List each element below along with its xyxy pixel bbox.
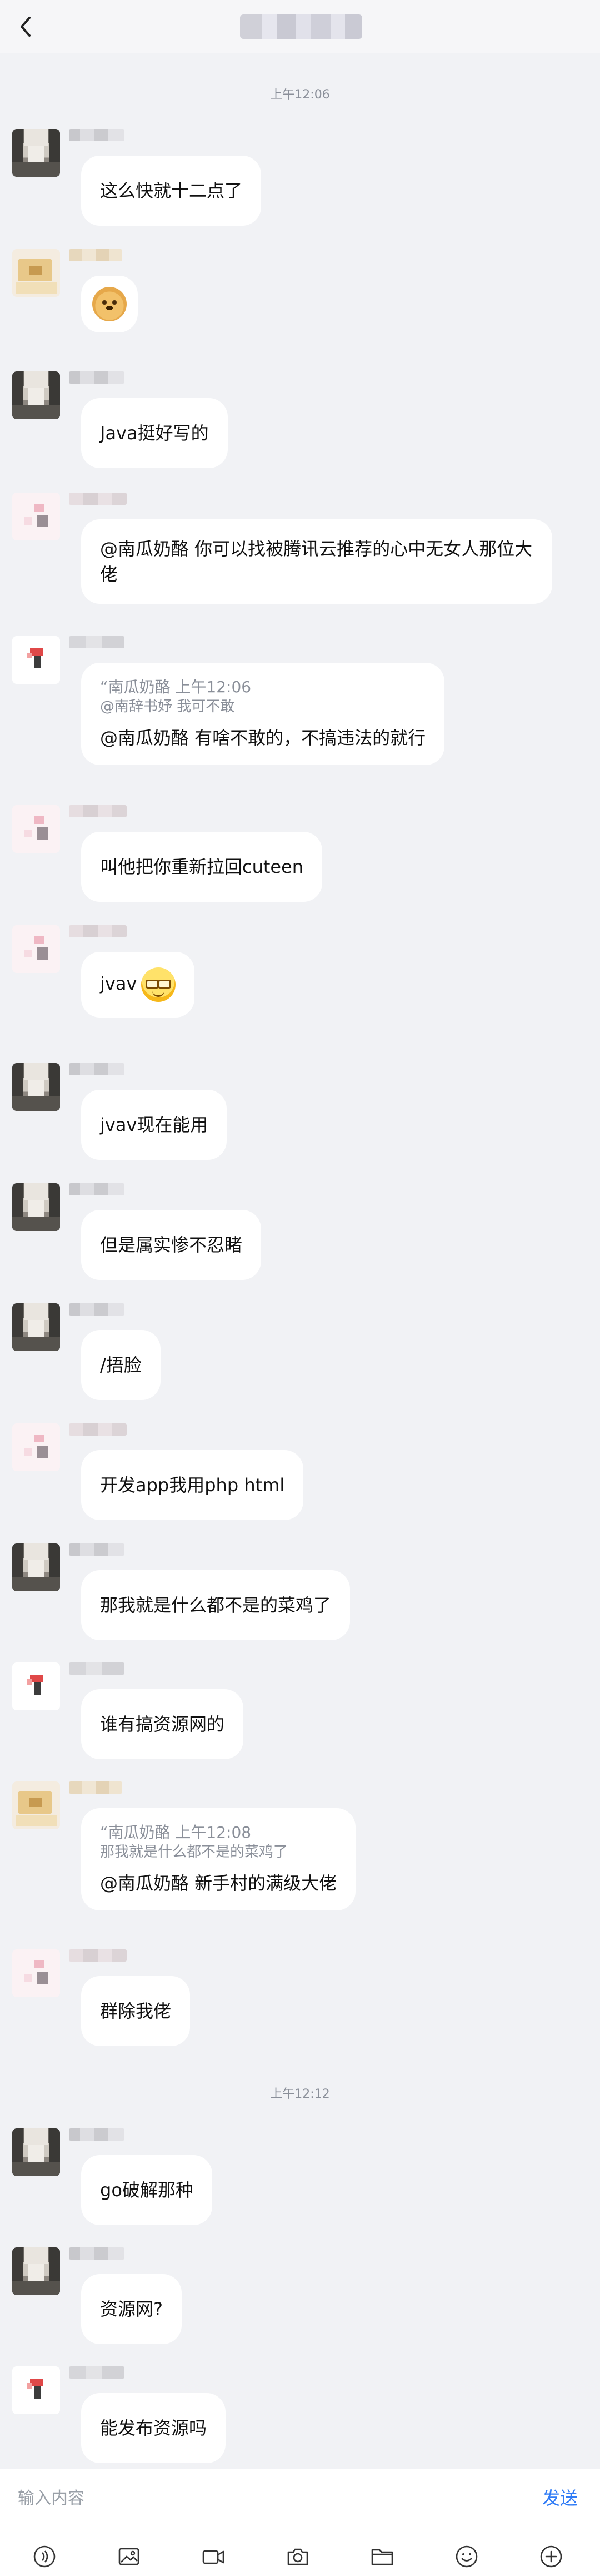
avatar[interactable] [12,493,60,540]
message-bubble[interactable]: 资源网? [81,2274,182,2344]
sender-name [69,1303,124,1316]
send-button[interactable]: 发送 [542,2484,578,2510]
sender-name [69,1543,124,1556]
doge-emoji-icon [92,287,127,321]
message-text: @南瓜奶酪 你可以找被腾讯云推荐的心中无女人那位大佬 [100,538,533,585]
message-text: 这么快就十二点了 [100,180,243,201]
message-bubble[interactable]: /捂脸 [81,1330,161,1400]
sender-name [69,1662,124,1675]
message-bubble[interactable] [81,276,138,332]
avatar[interactable] [12,925,60,973]
voice-icon[interactable] [31,2543,58,2570]
sender-name [69,371,124,384]
sender-name [69,1423,127,1436]
sender-name [69,1949,127,1962]
quote-text: 那我就是什么都不是的菜鸡了 [100,1844,288,1860]
message-text: 资源网? [100,2299,163,2320]
chat-title [240,14,362,39]
avatar[interactable] [12,129,60,177]
avatar[interactable] [12,1183,60,1231]
message-bubble[interactable]: Java挺好写的 [81,398,228,468]
message-text: jvav现在能用 [100,1114,208,1135]
avatar[interactable] [12,1423,60,1471]
message-bubble[interactable]: 谁有搞资源网的 [81,1689,244,1759]
video-icon[interactable] [200,2543,227,2570]
message-bubble[interactable]: 这么快就十二点了 [81,156,262,226]
plus-icon[interactable] [538,2543,564,2570]
sender-name [69,925,127,937]
avatar[interactable] [12,1063,60,1111]
avatar[interactable] [12,1949,60,1997]
message-text: 群除我佬 [100,2001,172,2022]
quote-text: @南辞书妤 我可不敢 [100,698,235,715]
quote-source: “南瓜奶酪 上午12:06 [100,678,252,696]
sender-name [69,2128,124,2141]
glasses-smile-emoji-icon [141,967,176,1002]
image-icon[interactable] [116,2543,142,2570]
message-composer: 发送 [0,2469,600,2576]
avatar[interactable] [12,1781,60,1829]
message-bubble[interactable]: @南瓜奶酪 你可以找被腾讯云推荐的心中无女人那位大佬 [81,519,552,604]
camera-icon[interactable] [284,2543,311,2570]
message-text: @南瓜奶酪 新手村的满级大佬 [100,1873,337,1894]
message-text: 能发布资源吗 [100,2418,207,2439]
message-bubble[interactable]: jvav现在能用 [81,1090,227,1160]
avatar[interactable] [12,371,60,419]
chevron-left-icon[interactable] [12,13,39,40]
sender-name [69,1781,122,1794]
message-text: @南瓜奶酪 有啥不敢的，不搞违法的就行 [100,727,426,748]
message-text: 但是属实惨不忍睹 [100,1234,243,1255]
message-text: Java挺好写的 [100,423,209,444]
sender-name [69,129,124,141]
time-divider: 上午12:06 [270,88,330,102]
avatar[interactable] [12,1303,60,1351]
avatar[interactable] [12,636,60,684]
sender-name [69,2366,124,2379]
sender-name [69,1063,124,1075]
sender-name [69,249,122,261]
message-input[interactable] [17,2484,508,2512]
message-text: 谁有搞资源网的 [100,1714,225,1735]
message-text: 叫他把你重新拉回cuteen [100,856,304,877]
avatar[interactable] [12,1543,60,1591]
avatar[interactable] [12,1662,60,1710]
message-text: jvav [100,973,137,994]
message-text: go破解那种 [100,2180,193,2201]
quote-source: “南瓜奶酪 上午12:08 [100,1823,252,1842]
message-bubble[interactable]: 但是属实惨不忍睹 [81,1210,262,1280]
sender-name [69,2247,124,2260]
avatar[interactable] [12,2128,60,2176]
message-bubble[interactable]: 能发布资源吗 [81,2393,226,2463]
avatar[interactable] [12,249,60,297]
avatar[interactable] [12,805,60,853]
message-bubble[interactable]: 群除我佬 [81,1976,191,2046]
message-text: 那我就是什么都不是的菜鸡了 [100,1595,332,1616]
avatar[interactable] [12,2247,60,2295]
folder-icon[interactable] [369,2543,396,2570]
message-text: /捂脸 [100,1354,142,1376]
sender-name [69,636,124,648]
message-bubble[interactable]: 叫他把你重新拉回cuteen [81,832,323,902]
message-bubble[interactable]: go破解那种 [81,2155,212,2225]
sender-name [69,805,127,817]
time-divider: 上午12:12 [270,2087,330,2101]
message-bubble[interactable]: jvav [81,952,195,1018]
message-bubble[interactable]: “南瓜奶酪 上午12:06 @南辞书妤 我可不敢 @南瓜奶酪 有啥不敢的，不搞违… [81,663,445,765]
composer-toolbar [0,2540,600,2573]
message-text: 开发app我用php html [100,1475,285,1496]
top-bar [0,0,600,53]
sender-name [69,1183,124,1195]
sender-name [69,493,127,505]
chat-screen: 上午12:06 这么快就十二点了 Java挺好写的 @南瓜奶酪 你可以找被腾讯云… [0,0,600,2576]
avatar[interactable] [12,2366,60,2414]
message-bubble[interactable]: 开发app我用php html [81,1450,304,1520]
message-bubble[interactable]: 那我就是什么都不是的菜鸡了 [81,1570,351,1640]
emoji-icon[interactable] [453,2543,480,2570]
message-bubble[interactable]: “南瓜奶酪 上午12:08 那我就是什么都不是的菜鸡了 @南瓜奶酪 新手村的满级… [81,1808,356,1910]
